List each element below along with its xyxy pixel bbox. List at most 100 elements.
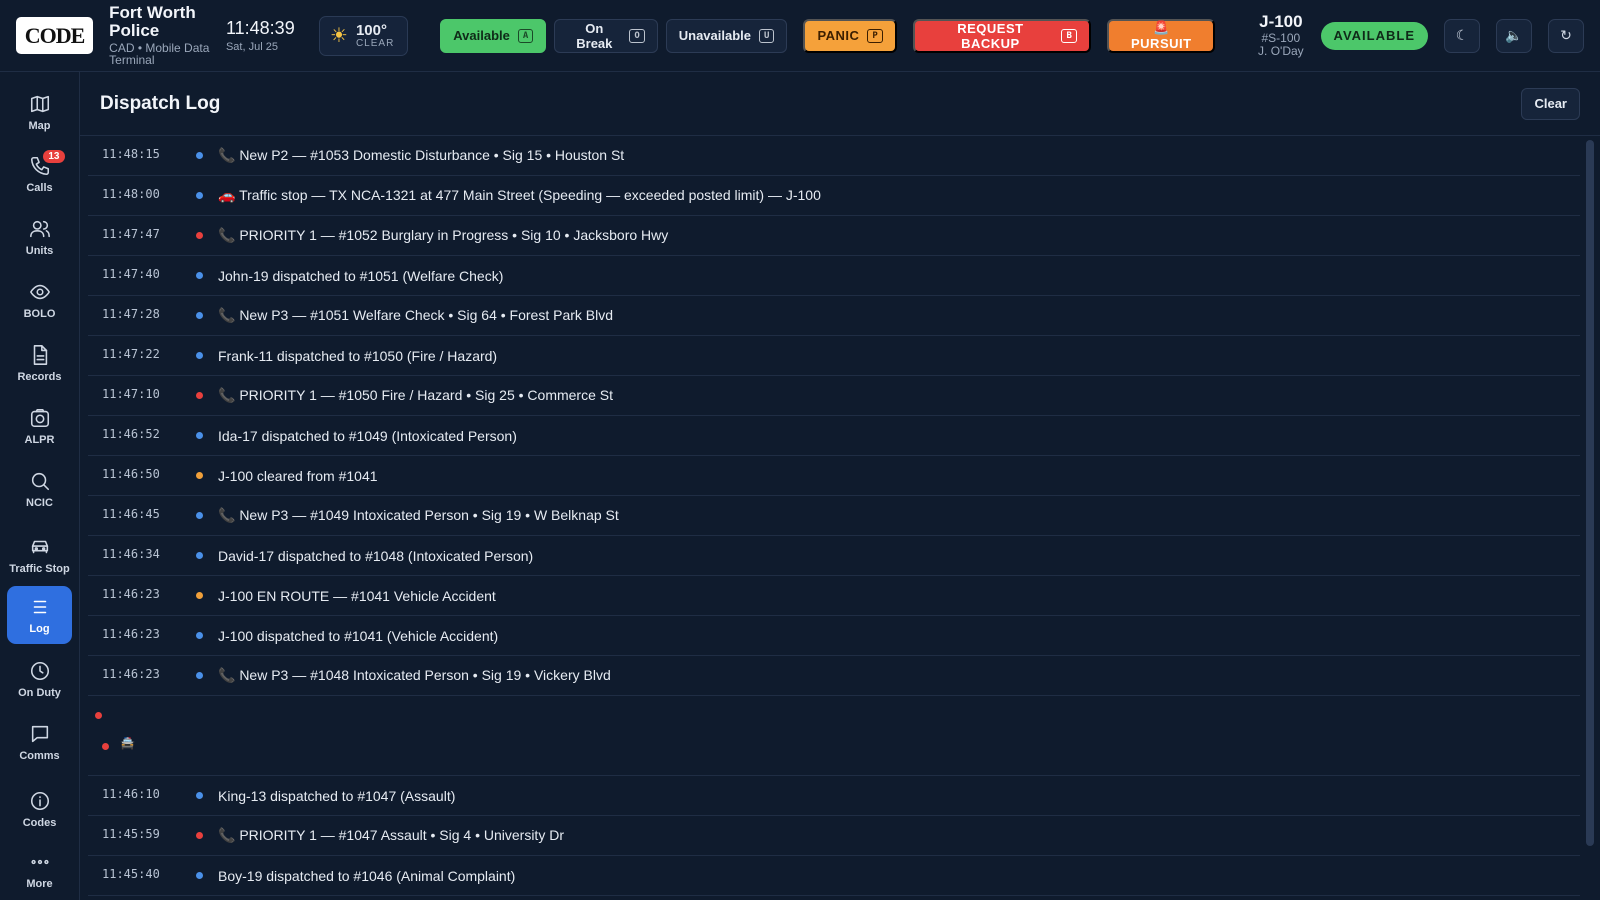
status-dot	[196, 792, 203, 799]
log-entry-message: J-100 dispatched to #1041 (Vehicle Accid…	[218, 627, 499, 644]
sidebar-item-label: Log	[29, 622, 50, 635]
status-dot	[196, 512, 203, 519]
log-entry: 11:48:00 🚗 Traffic stop — TX NCA-1321 at …	[88, 176, 1580, 216]
log-entry-message: 📞 New P3 — #1051 Welfare Check • Sig 64 …	[218, 307, 614, 323]
sidebar-item-traffic-stop[interactable]: Traffic Stop	[7, 524, 72, 586]
status-unavailable-label: Unavailable	[678, 28, 752, 43]
weather-widget: ☀ 100° CLEAR	[319, 15, 409, 56]
log-entry-message: David-17 dispatched to #1048 (Intoxicate…	[218, 547, 534, 564]
backup-label: REQUEST BACKUP	[957, 20, 1024, 51]
sidebar-item-bolo[interactable]: BOLO	[7, 272, 72, 328]
log-entry: 11:46:23 J-100 EN ROUTE — #1041 Vehicle A…	[88, 576, 1580, 616]
sidebar-item-label: More	[26, 877, 53, 890]
log-entry-time: 11:47:22	[102, 347, 160, 361]
log-entry-time: 11:47:28	[102, 307, 160, 321]
sidebar-item-map[interactable]: Map	[7, 84, 72, 140]
status-dot	[196, 632, 203, 639]
audio-toggle-button[interactable]: 🔈	[1496, 18, 1532, 53]
refresh-button[interactable]: ↻	[1548, 18, 1584, 53]
status-dot	[196, 432, 203, 439]
log-entry-time: 11:46:52	[102, 427, 160, 441]
log-entry-time: 11:47:47	[102, 227, 160, 241]
status-dot	[196, 552, 203, 559]
unit-status-badge: AVAILABLE	[1320, 21, 1428, 50]
car-icon	[31, 540, 48, 554]
log-entry-time: 11:48:15	[102, 147, 160, 161]
panic-label: PANIC	[817, 28, 860, 43]
sidebar-item-log[interactable]: Log	[7, 586, 72, 644]
log-entry-time: 11:47:10	[102, 387, 160, 401]
car-icon: 🚔	[120, 736, 135, 750]
log-entry: 11:47:10 📞 PRIORITY 1 — #1050 Fire / Haza…	[88, 376, 1580, 416]
unit-id: J-100	[1259, 11, 1303, 31]
log-gap: 🚔	[88, 696, 1580, 776]
sidebar-nav: Map 13 Calls Units BOLO Records ALPR NCI…	[0, 72, 80, 900]
log-entry: 11:46:23 📞 New P3 — #1048 Intoxicated Per…	[88, 656, 1580, 696]
sidebar-item-label: ALPR	[24, 433, 55, 446]
pursuit-label: 🚨 PURSUIT	[1131, 20, 1192, 51]
request-backup-button[interactable]: REQUEST BACKUP B	[913, 18, 1092, 53]
log-entry-message: King-13 dispatched to #1047 (Assault)	[218, 787, 456, 804]
status-dot	[196, 832, 203, 839]
status-dot	[196, 272, 203, 279]
log-entry-message: 🚗 Traffic stop — TX NCA-1321 at 477 Main…	[218, 187, 821, 203]
log-entry-message: Frank-11 dispatched to #1050 (Fire / Haz…	[218, 347, 498, 364]
log-list[interactable]: 11:48:15 📞 New P2 — #1053 Domestic Distur…	[88, 136, 1580, 900]
log-entry: 11:45:59 📞 PRIORITY 1 — #1047 Assault • S…	[88, 816, 1580, 856]
log-entry: 11:47:40 John-19 dispatched to #1051 (Wel…	[88, 256, 1580, 296]
log-entry-time: 11:46:50	[102, 467, 160, 481]
log-entry-message: Boy-19 dispatched to #1046 (Animal Compl…	[218, 867, 516, 884]
log-entry-time: 11:46:45	[102, 507, 160, 521]
status-dot	[196, 352, 203, 359]
sidebar-item-comms[interactable]: Comms	[7, 714, 72, 770]
sidebar-item-on-duty[interactable]: On Duty	[7, 651, 72, 707]
sidebar-item-codes[interactable]: Codes	[7, 781, 72, 837]
log-entry-time: 11:46:10	[102, 787, 160, 801]
sidebar-item-label: Traffic Stop	[9, 562, 70, 575]
weather-temp: 100°	[355, 21, 387, 39]
document-icon	[33, 345, 47, 365]
status-on-break-button[interactable]: On Break O	[554, 18, 658, 53]
log-scrollbar[interactable]	[1586, 140, 1594, 846]
shortcut-key: O	[629, 28, 645, 43]
unit-info: J-100 #S-100 J. O'Day	[1251, 11, 1310, 58]
log-entry-time: 11:46:23	[102, 627, 160, 641]
pursuit-button[interactable]: 🚨 PURSUIT	[1107, 18, 1216, 53]
theme-toggle-button[interactable]: ☾	[1444, 18, 1480, 53]
info-icon	[30, 791, 49, 810]
log-header: Dispatch Log Clear	[80, 72, 1600, 136]
log-entry: 11:47:28 📞 New P3 — #1051 Welfare Check •…	[88, 296, 1580, 336]
status-dot	[196, 312, 203, 319]
agency-logo: CODE	[16, 17, 94, 54]
log-entry-message: John-19 dispatched to #1051 (Welfare Che…	[218, 267, 504, 284]
users-icon	[29, 220, 50, 238]
sidebar-item-calls[interactable]: 13 Calls	[7, 146, 72, 202]
status-available-button[interactable]: Available A	[440, 18, 547, 53]
log-entry: 11:46:50 J-100 cleared from #1041	[88, 456, 1580, 496]
status-unavailable-button[interactable]: Unavailable U	[665, 18, 788, 53]
sidebar-item-records[interactable]: Records	[7, 335, 72, 391]
shortcut-key: P	[867, 28, 884, 43]
sidebar-item-more[interactable]: More	[7, 842, 72, 898]
log-entry: 11:46:34 David-17 dispatched to #1048 (In…	[88, 536, 1580, 576]
log-entry-message: J-100 EN ROUTE — #1041 Vehicle Accident	[218, 587, 496, 604]
log-entry: 11:47:22 Frank-11 dispatched to #1050 (Fi…	[88, 336, 1580, 376]
eye-icon	[29, 284, 50, 300]
clear-log-button[interactable]: Clear	[1521, 87, 1580, 120]
emergency-buttons: PANIC P REQUEST BACKUP B 🚨 PURSUIT	[803, 18, 1216, 53]
log-entry: 11:48:15 📞 New P2 — #1053 Domestic Distur…	[88, 136, 1580, 176]
search-icon	[31, 472, 49, 490]
status-dot	[196, 232, 203, 239]
shortcut-key: U	[759, 28, 775, 43]
panic-button[interactable]: PANIC P	[803, 18, 898, 53]
log-entry-time: 11:48:00	[102, 187, 160, 201]
clock-date: Sat, Jul 25	[225, 41, 278, 53]
chat-icon	[31, 725, 48, 743]
sidebar-item-ncic[interactable]: NCIC	[7, 461, 72, 517]
sidebar-item-alpr[interactable]: ALPR	[7, 398, 72, 454]
page-title: Dispatch Log	[100, 92, 221, 114]
status-dot	[196, 672, 203, 679]
sidebar-item-label: NCIC	[26, 496, 53, 509]
sidebar-item-units[interactable]: Units	[7, 209, 72, 265]
log-entry: 11:46:23 J-100 dispatched to #1041 (Vehic…	[88, 616, 1580, 656]
